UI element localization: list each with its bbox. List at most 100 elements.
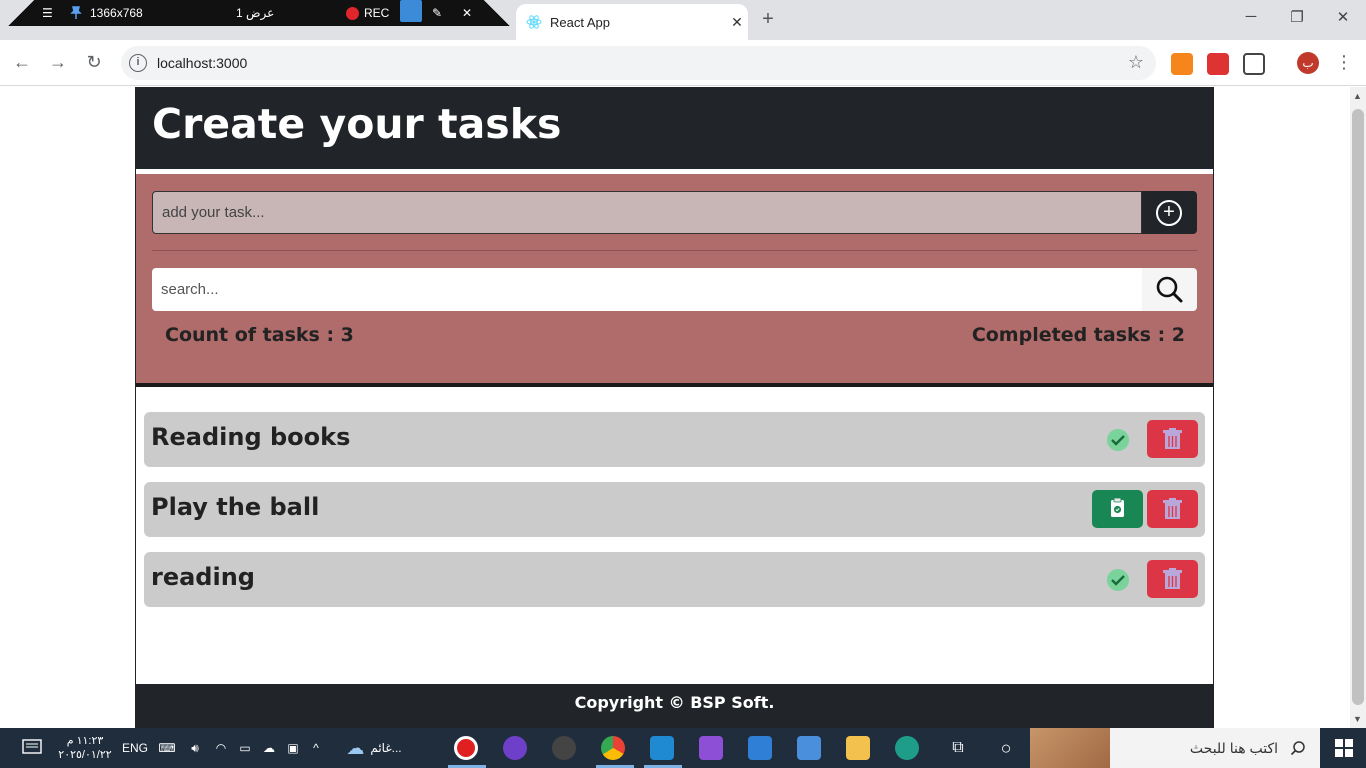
minimize-icon[interactable]: ─: [1228, 8, 1274, 25]
page-scrollbar[interactable]: ▲ ▼: [1350, 87, 1366, 728]
restore-icon[interactable]: ❐: [1274, 8, 1320, 26]
windows-start-icon[interactable]: [1322, 728, 1366, 768]
screen-recorder-bar: ☰ 1366x768 عرض 1 REC ✎ ✕: [8, 0, 510, 26]
search-input[interactable]: search...: [152, 268, 1142, 311]
search-row: search...: [152, 268, 1197, 311]
close-recorder-icon[interactable]: ✕: [462, 4, 472, 22]
close-tab-icon[interactable]: ✕: [726, 14, 748, 31]
site-info-icon[interactable]: i: [129, 54, 147, 72]
volume-icon[interactable]: 🔊︎: [182, 728, 208, 768]
scroll-up-icon[interactable]: ▲: [1353, 91, 1362, 101]
keyboard-icon[interactable]: ⌨: [154, 728, 180, 768]
delete-task-button[interactable]: [1147, 490, 1198, 528]
vscode-icon[interactable]: [650, 736, 674, 760]
task-list: Reading books Play the ball reading: [144, 412, 1205, 622]
file-explorer-icon[interactable]: [846, 736, 870, 760]
camera-icon: [400, 0, 422, 22]
task-name: Reading books: [151, 423, 351, 451]
rec-button[interactable]: REC: [346, 4, 389, 22]
view-label[interactable]: عرض 1: [236, 4, 274, 22]
windows-taskbar: ١١:٢٣ م ٢٠٢٥/٠١/٢٢ ENG ⌨ 🔊︎ ◠ ▭ ☁ ▣ ^ ☁ …: [0, 728, 1366, 768]
forward-icon[interactable]: →: [46, 52, 70, 73]
add-task-input[interactable]: add your task...: [152, 191, 1142, 234]
task-name: reading: [151, 563, 255, 591]
react-icon: [526, 15, 542, 29]
page-title: Create your tasks: [152, 100, 562, 148]
cortana-icon[interactable]: ○: [990, 728, 1022, 768]
search-button[interactable]: [1142, 268, 1197, 311]
clock[interactable]: ١١:٢٣ م ٢٠٢٥/٠١/٢٢: [56, 728, 114, 768]
pin-icon[interactable]: [70, 4, 82, 22]
search-icon: [1290, 741, 1305, 756]
show-hidden-icons[interactable]: ^: [304, 728, 328, 768]
app-footer: Copyright © BSP Soft.: [136, 684, 1213, 728]
pen-icon[interactable]: ✎: [432, 4, 442, 22]
app-icon[interactable]: [552, 736, 576, 760]
github-desktop-icon[interactable]: [503, 736, 527, 760]
task-counts: Count of tasks : 3 Completed tasks : 2: [165, 324, 1185, 350]
header-rule: [136, 169, 1213, 171]
search-icon: [1156, 276, 1183, 303]
tab-title: React App: [550, 14, 610, 30]
store-icon[interactable]: [797, 736, 821, 760]
taskbar-search-text: اكتب هنا للبحث: [1189, 740, 1278, 756]
trash-icon: [1163, 498, 1182, 519]
recorder-edge-right: [484, 0, 510, 26]
address-bar[interactable]: i localhost:3000 ☆: [121, 46, 1156, 80]
browser-toolbar: ← → ↻ i localhost:3000 ☆: [0, 40, 1366, 86]
language-indicator[interactable]: ENG: [120, 728, 150, 768]
task-item: Reading books: [144, 412, 1205, 467]
task-item: reading: [144, 552, 1205, 607]
control-panel: add your task... + search... Count of ta…: [136, 174, 1213, 387]
task-name: Play the ball: [151, 493, 320, 521]
scroll-down-icon[interactable]: ▼: [1353, 714, 1362, 724]
taskbar-search[interactable]: اكتب هنا للبحث: [1030, 728, 1320, 768]
scroll-thumb[interactable]: [1352, 109, 1364, 705]
trash-icon: [1163, 428, 1182, 449]
profile-avatar[interactable]: ب: [1297, 52, 1319, 74]
page-viewport: Create your tasks add your task... + sea…: [0, 87, 1350, 728]
onedrive-icon[interactable]: ☁: [256, 728, 282, 768]
delete-task-button[interactable]: [1147, 420, 1198, 458]
new-tab-icon[interactable]: +: [758, 8, 778, 31]
mail-icon[interactable]: [748, 736, 772, 760]
chrome-icon[interactable]: [601, 736, 625, 760]
add-task-row: add your task... +: [152, 191, 1197, 234]
recorder-edge-left: [8, 0, 34, 26]
weather-widget[interactable]: ☁ غائم...: [336, 728, 412, 768]
visual-studio-icon[interactable]: [699, 736, 723, 760]
todo-app: Create your tasks add your task... + sea…: [135, 87, 1214, 728]
search-highlight-image: [1030, 728, 1110, 768]
back-icon[interactable]: ←: [10, 52, 34, 73]
rec-label: REC: [364, 6, 390, 20]
recorder-app-icon[interactable]: [454, 736, 478, 760]
tab-react-app[interactable]: React App ✕: [516, 4, 748, 40]
notifications-icon[interactable]: [14, 728, 50, 768]
extensions-puzzle-icon[interactable]: [1243, 53, 1265, 75]
close-window-icon[interactable]: ✕: [1320, 8, 1366, 26]
complete-task-button[interactable]: [1092, 490, 1143, 528]
add-task-button[interactable]: +: [1142, 191, 1197, 234]
screenshot-button[interactable]: [400, 0, 422, 22]
task-item: Play the ball: [144, 482, 1205, 537]
completed-tasks: Completed tasks : 2: [971, 324, 1185, 346]
check-icon: [1107, 569, 1129, 591]
resolution-label: 1366x768: [90, 6, 143, 20]
trash-icon: [1163, 568, 1182, 589]
wifi-icon[interactable]: ◠: [208, 728, 234, 768]
meet-now-icon[interactable]: ▣: [280, 728, 306, 768]
edge-icon[interactable]: [895, 736, 919, 760]
metamask-extension-icon[interactable]: [1171, 53, 1193, 75]
plus-circle-icon: +: [1156, 200, 1182, 226]
task-view-icon[interactable]: ⧉: [944, 728, 972, 768]
battery-icon[interactable]: ▭: [232, 728, 258, 768]
delete-task-button[interactable]: [1147, 560, 1198, 598]
extension-icon[interactable]: [1207, 53, 1229, 75]
menu-icon[interactable]: ☰: [42, 4, 53, 22]
reload-icon[interactable]: ↻: [82, 52, 106, 73]
count-of-tasks: Count of tasks : 3: [165, 324, 354, 346]
more-menu-icon[interactable]: ⋮: [1332, 52, 1356, 73]
app-header: Create your tasks: [136, 87, 1213, 171]
url-text[interactable]: localhost:3000: [157, 46, 247, 80]
bookmark-star-icon[interactable]: ☆: [1128, 52, 1144, 73]
